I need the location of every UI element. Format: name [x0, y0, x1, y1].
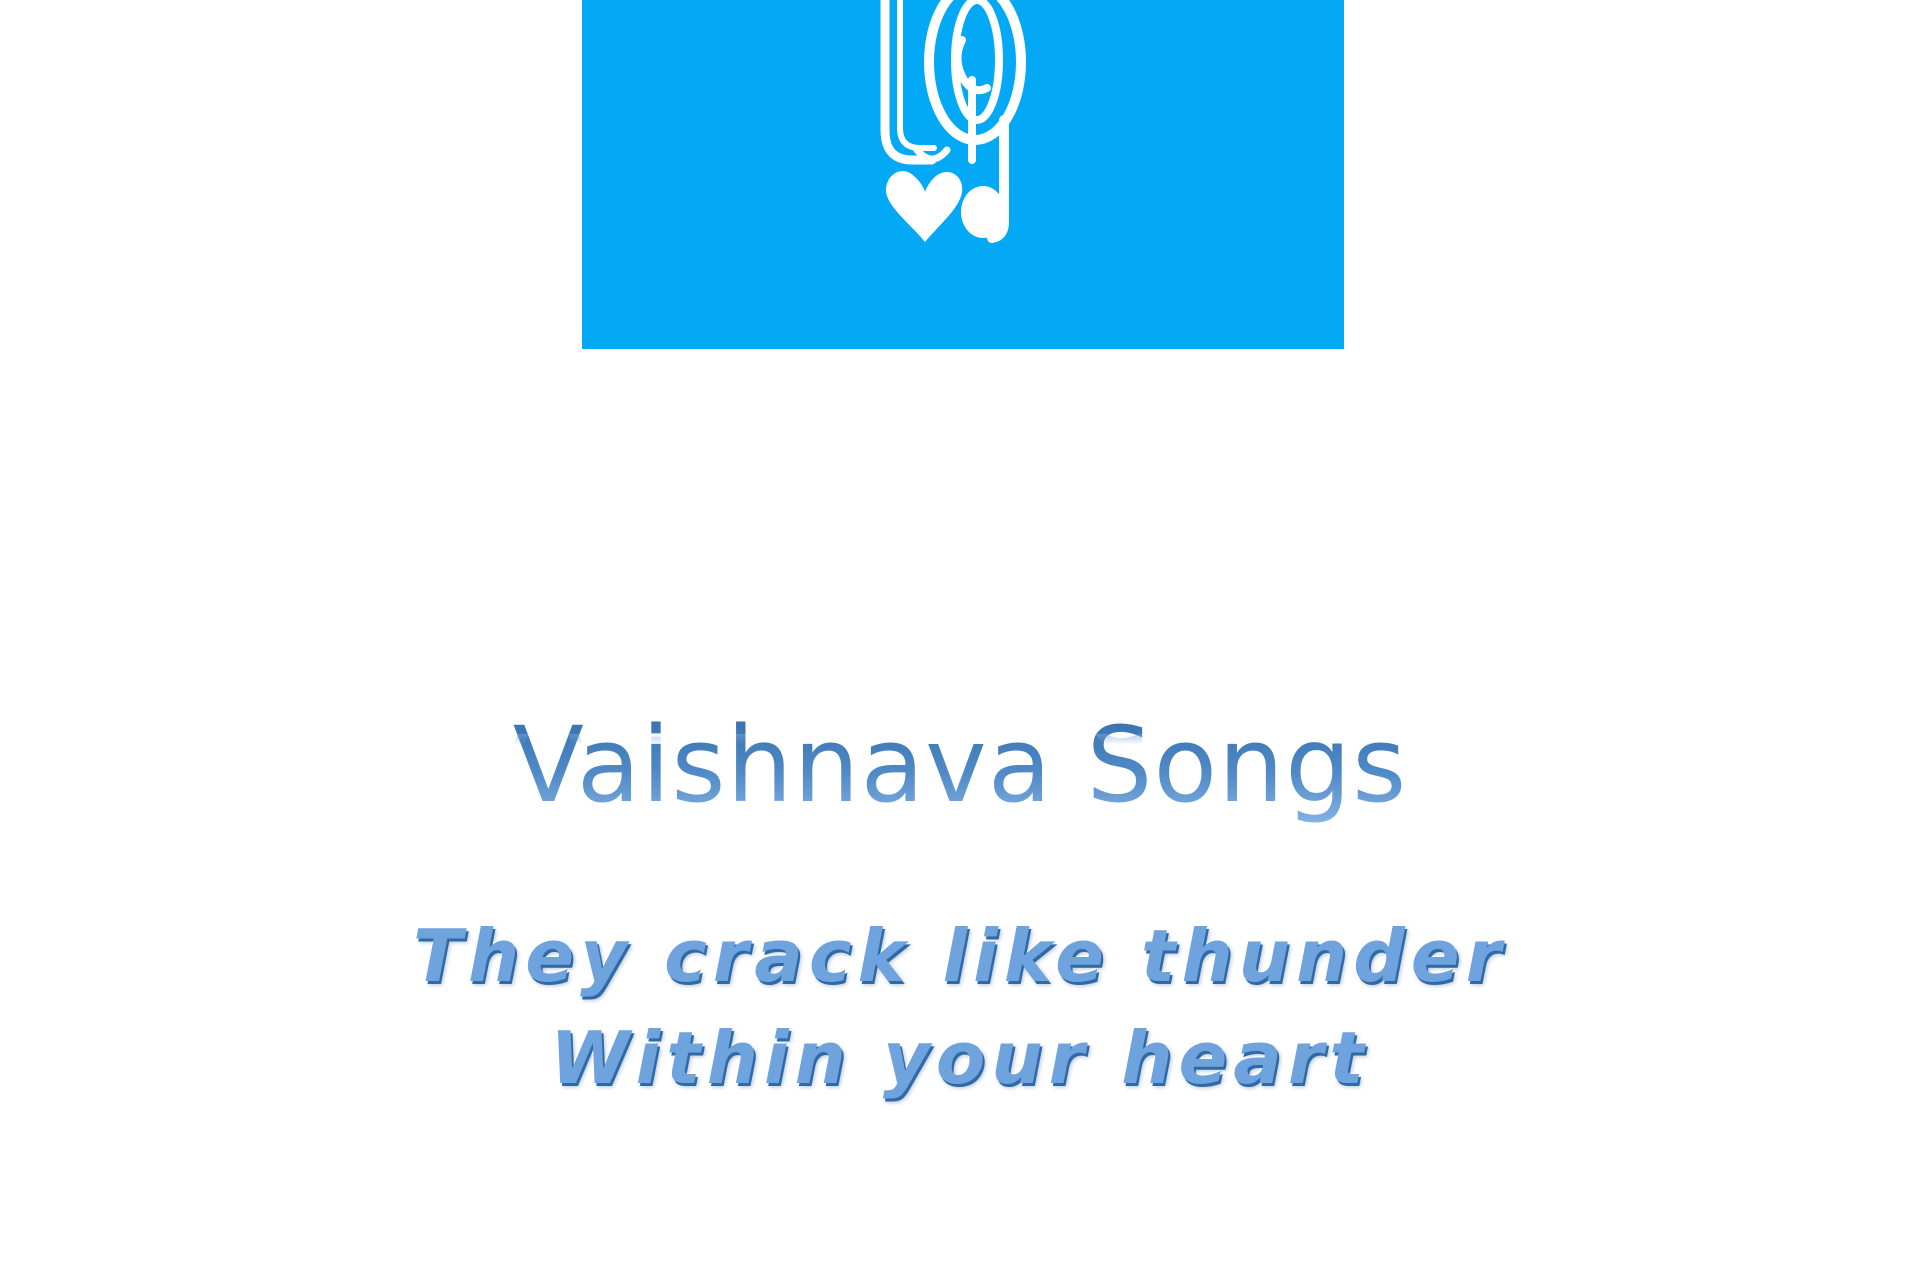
- title-block: Vaishnava Songs Vaishnava Songs: [0, 700, 1920, 826]
- cover-page: Vaishnava Songs Vaishnava Songs They cra…: [0, 0, 1920, 1280]
- music-note-heart-logo-icon: [880, 0, 1026, 243]
- page-title: Vaishnava Songs: [513, 700, 1408, 830]
- tagline-line-1: They crack like thunder: [412, 914, 1508, 998]
- tagline-line-2: Within your heart: [550, 1016, 1370, 1100]
- logo-banner: [582, 0, 1344, 349]
